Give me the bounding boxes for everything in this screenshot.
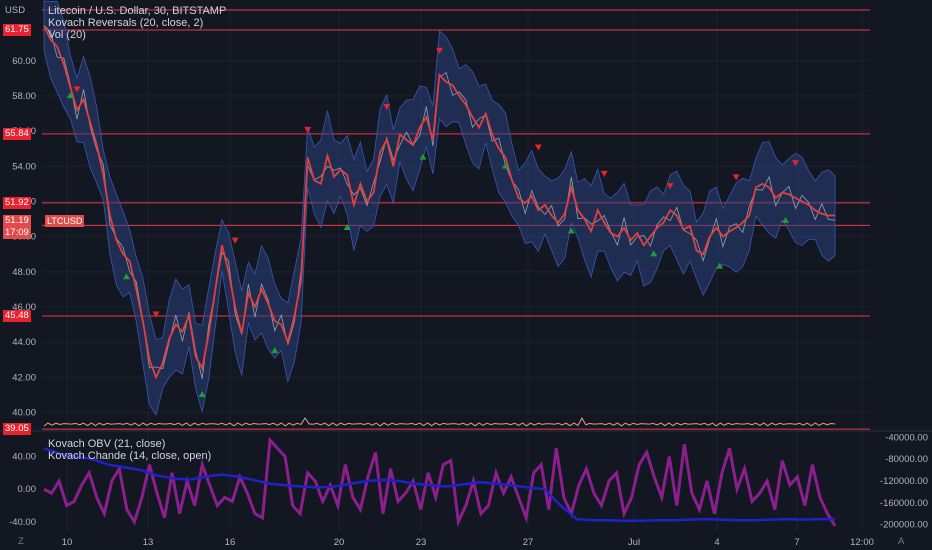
sub-right-tick: -80000.00 — [885, 454, 928, 465]
sub-legend: Kovach OBV (21, close) Kovach Chande (14… — [48, 438, 211, 462]
chart-root: 40.0042.0044.0046.0048.0050.0052.0054.00… — [0, 0, 932, 550]
sub-right-tick: -120000.00 — [880, 476, 928, 487]
reversal-down-marker — [231, 237, 239, 244]
x-tick-label: 23 — [416, 537, 427, 548]
chart-canvas[interactable]: 40.0042.0044.0046.0048.0050.0052.0054.00… — [0, 0, 932, 550]
level-tag: 45.48 — [3, 310, 31, 323]
sub-right-tick: -160000.00 — [880, 498, 928, 509]
volume-line — [43, 416, 836, 427]
reversal-down-marker — [600, 170, 608, 177]
sub-left-tick: 0.00 — [18, 484, 37, 495]
envelope-band — [43, 0, 836, 416]
y-tick-label: 42.00 — [12, 372, 36, 383]
x-tick-label: 4 — [714, 537, 719, 548]
legend-vol[interactable]: Vol (20) — [48, 29, 226, 41]
symbol-tag: LTCUSD — [45, 215, 85, 227]
y-unit-label: USD — [5, 5, 26, 16]
sub-right-tick: -200000.00 — [880, 520, 928, 531]
sub-left-tick: 40.00 — [12, 452, 36, 463]
x-tick-label: 10 — [62, 537, 73, 548]
x-tick-label: 27 — [523, 537, 534, 548]
main-legend: Litecoin / U.S. Dollar, 30, BITSTAMP Kov… — [48, 5, 226, 41]
level-tag: 39.05 — [3, 423, 31, 436]
x-tick-label: Jul — [628, 537, 640, 548]
legend-kovach-reversals[interactable]: Kovach Reversals (20, close, 2) — [48, 17, 226, 29]
main-title[interactable]: Litecoin / U.S. Dollar, 30, BITSTAMP — [48, 5, 226, 17]
x-tick-label: 7 — [794, 537, 799, 548]
sub-right-tick: -40000.00 — [885, 432, 928, 443]
reversal-down-marker — [534, 144, 542, 151]
auto-scale-toggle[interactable]: A — [898, 536, 904, 547]
x-tick-label: 12:00 — [850, 537, 874, 548]
reversal-down-marker — [732, 174, 740, 181]
reversal-down-marker — [304, 126, 312, 133]
legend-kovach-obv[interactable]: Kovach OBV (21, close) — [48, 438, 211, 450]
x-tick-label: 13 — [143, 537, 154, 548]
y-tick-label: 54.00 — [12, 161, 36, 172]
sub-left-tick: -40.00 — [9, 517, 36, 528]
timezone-toggle[interactable]: Z — [18, 536, 24, 547]
level-tag: 51.92 — [3, 196, 31, 209]
level-tag: 61.75 — [3, 23, 31, 36]
x-tick-label: 20 — [334, 537, 345, 548]
y-tick-label: 58.00 — [12, 91, 36, 102]
level-tag: 55.84 — [3, 127, 31, 140]
reversal-down-marker — [152, 311, 160, 318]
y-tick-label: 44.00 — [12, 337, 36, 348]
x-tick-label: 16 — [225, 537, 236, 548]
y-tick-label: 48.00 — [12, 267, 36, 278]
last-price-tag: 51.19 — [3, 215, 31, 227]
y-tick-label: 40.00 — [12, 407, 36, 418]
legend-kovach-chande[interactable]: Kovach Chande (14, close, open) — [48, 450, 211, 462]
countdown-tag: 17:09 — [3, 227, 31, 239]
y-tick-label: 60.00 — [12, 56, 36, 67]
